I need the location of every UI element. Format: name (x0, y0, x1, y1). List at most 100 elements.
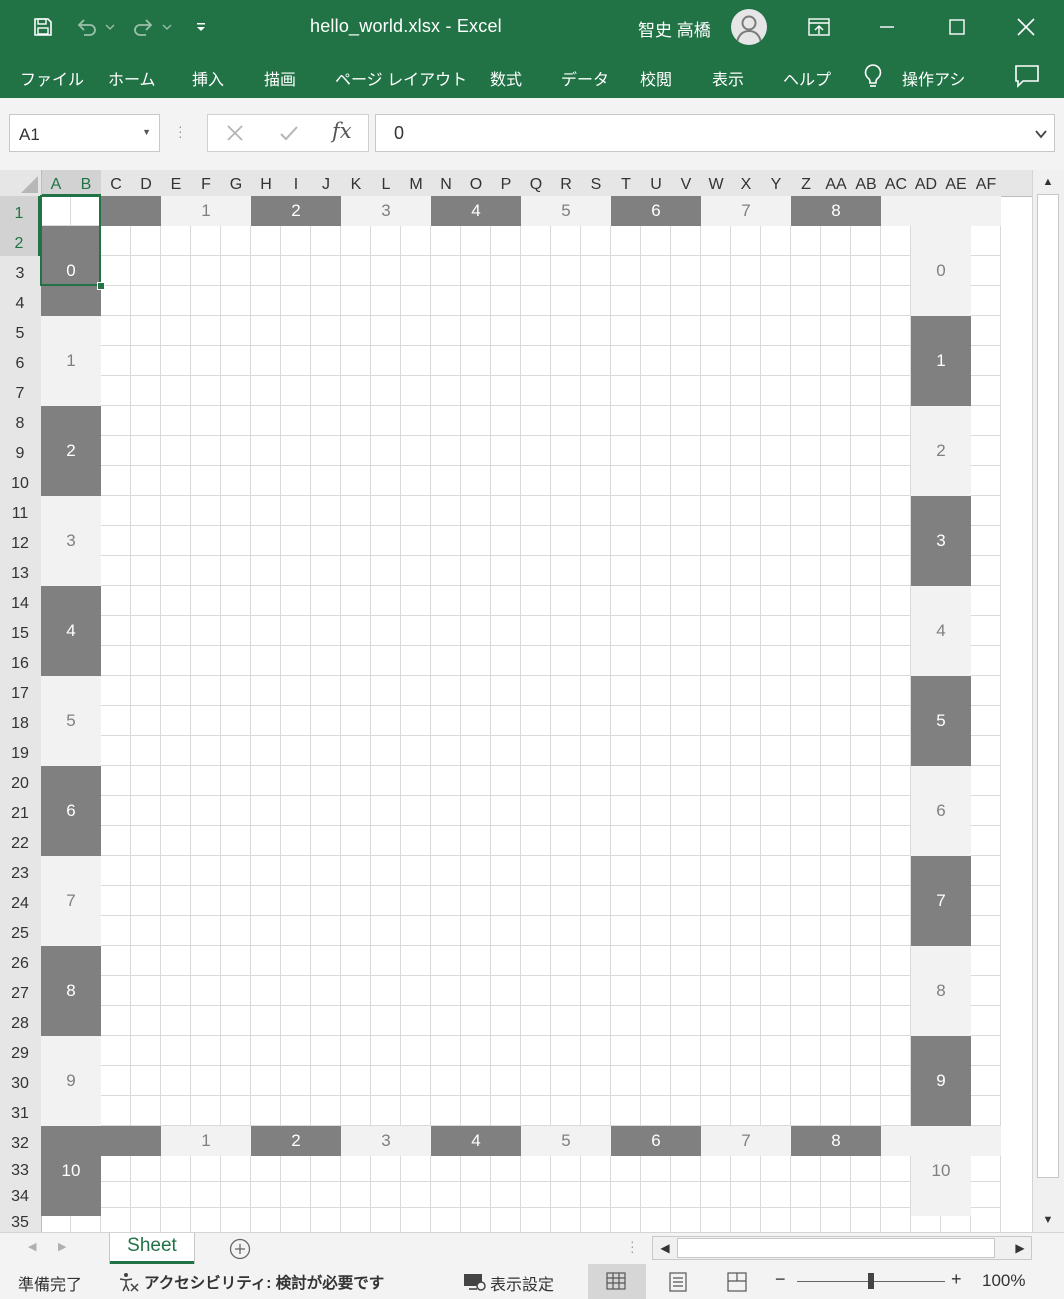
left-column-cell[interactable]: 2 (41, 406, 101, 496)
bottom-band-cell[interactable]: 3 (341, 1126, 431, 1156)
column-header-q[interactable]: Q (521, 170, 551, 196)
column-header-e[interactable]: E (161, 170, 191, 196)
row-header-24[interactable]: 24 (0, 886, 40, 916)
tab-home[interactable]: ホーム (108, 66, 156, 90)
row-header-12[interactable]: 12 (0, 526, 40, 556)
right-column-cell[interactable]: 10 (911, 1126, 971, 1216)
column-header-ac[interactable]: AC (881, 170, 911, 196)
zoom-out-button[interactable]: − (775, 1269, 786, 1290)
column-header-ad[interactable]: AD (911, 170, 941, 196)
name-box[interactable]: A1 ▼ (9, 114, 160, 152)
row-header-5[interactable]: 5 (0, 316, 40, 346)
minimize-icon[interactable] (870, 0, 904, 54)
save-icon[interactable] (30, 0, 56, 54)
chevron-down-icon[interactable]: ▼ (142, 127, 151, 137)
row-header-19[interactable]: 19 (0, 736, 40, 766)
prev-sheet-icon[interactable]: ◀ (28, 1240, 36, 1253)
top-band-cell[interactable]: 6 (611, 196, 701, 226)
tab-help[interactable]: ヘルプ (783, 66, 831, 90)
enter-check-icon[interactable] (278, 122, 300, 149)
tab-page-layout[interactable]: ページ レイアウト (335, 66, 467, 90)
scroll-right-icon[interactable]: ▶ (1011, 1239, 1029, 1257)
tab-data[interactable]: データ (561, 66, 609, 90)
right-column-cell[interactable]: 6 (911, 766, 971, 856)
bottom-band-cell[interactable]: 8 (791, 1126, 881, 1156)
column-header-p[interactable]: P (491, 170, 521, 196)
row-header-9[interactable]: 9 (0, 436, 40, 466)
tab-view[interactable]: 表示 (712, 66, 744, 90)
top-band-cell[interactable]: 1 (161, 196, 251, 226)
row-header-11[interactable]: 11 (0, 496, 40, 526)
right-column-cell[interactable]: 0 (911, 226, 971, 316)
row-header-14[interactable]: 14 (0, 586, 40, 616)
column-header-w[interactable]: W (701, 170, 731, 196)
column-header-g[interactable]: G (221, 170, 251, 196)
row-header-25[interactable]: 25 (0, 916, 40, 946)
zoom-in-button[interactable]: + (951, 1269, 962, 1290)
column-header-s[interactable]: S (581, 170, 611, 196)
bottom-band-cell[interactable]: 5 (521, 1126, 611, 1156)
next-sheet-icon[interactable]: ▶ (58, 1240, 66, 1253)
column-header-ae[interactable]: AE (941, 170, 971, 196)
bottom-band-cell[interactable]: 7 (701, 1126, 791, 1156)
column-header-k[interactable]: K (341, 170, 371, 196)
column-header-n[interactable]: N (431, 170, 461, 196)
right-column-cell[interactable]: 7 (911, 856, 971, 946)
left-column-cell[interactable]: 4 (41, 586, 101, 676)
row-header-22[interactable]: 22 (0, 826, 40, 856)
row-header-26[interactable]: 26 (0, 946, 40, 976)
bottom-band-cell[interactable]: 4 (431, 1126, 521, 1156)
display-settings[interactable]: 表示設定 (490, 1271, 554, 1295)
right-column-cell[interactable]: 5 (911, 676, 971, 766)
column-header-a[interactable]: A (41, 170, 71, 196)
cells-area[interactable]: 1 2 3 4 5 6 7 8 1 2 3 4 5 6 7 8 0 1 2 3 4 5 6 7 8 9 10 0 1 2 3 4 5 6 7 8 9 10 (40, 195, 1032, 1232)
row-header-32[interactable]: 32 (0, 1126, 40, 1156)
column-header-v[interactable]: V (671, 170, 701, 196)
row-header-30[interactable]: 30 (0, 1066, 40, 1096)
redo-dropdown-icon[interactable] (160, 0, 174, 54)
row-header-18[interactable]: 18 (0, 706, 40, 736)
column-header-r[interactable]: R (551, 170, 581, 196)
row-header-29[interactable]: 29 (0, 1036, 40, 1066)
row-header-2[interactable]: 2 (0, 226, 40, 256)
right-column-cell[interactable]: 3 (911, 496, 971, 586)
column-header-ab[interactable]: AB (851, 170, 881, 196)
column-header-x[interactable]: X (731, 170, 761, 196)
horizontal-scrollbar[interactable]: ◀ ▶ (652, 1236, 1032, 1260)
left-column-cell[interactable]: 9 (41, 1036, 101, 1126)
row-header-33[interactable]: 33 (0, 1156, 40, 1182)
worksheet-grid[interactable]: A B C D E F G H I J K L M N O P Q R S T U V W X Y Z AA AB AC AD AE AF 1… (0, 170, 1032, 1232)
row-header-31[interactable]: 31 (0, 1096, 40, 1126)
row-header-34[interactable]: 34 (0, 1182, 40, 1208)
avatar[interactable] (731, 9, 767, 45)
tab-insert[interactable]: 挿入 (192, 66, 224, 90)
column-header-j[interactable]: J (311, 170, 341, 196)
right-column-cell[interactable]: 2 (911, 406, 971, 496)
cancel-icon[interactable] (224, 122, 246, 149)
column-header-f[interactable]: F (191, 170, 221, 196)
bottom-band-cell[interactable]: 6 (611, 1126, 701, 1156)
top-band-cell[interactable] (101, 196, 161, 226)
column-header-af[interactable]: AF (971, 170, 1001, 196)
tab-draw[interactable]: 描画 (264, 66, 296, 90)
tab-review[interactable]: 校閲 (640, 66, 672, 90)
tab-split-handle-icon[interactable]: · · · (630, 1234, 635, 1258)
undo-dropdown-icon[interactable] (103, 0, 117, 54)
accessibility-status[interactable]: アクセシビリティ: 検討が必要です (144, 1271, 384, 1293)
column-header-z[interactable]: Z (791, 170, 821, 196)
vertical-scrollbar[interactable]: ▲ ▼ (1032, 170, 1064, 1232)
top-band-cell[interactable]: 7 (701, 196, 791, 226)
row-header-21[interactable]: 21 (0, 796, 40, 826)
row-header-4[interactable]: 4 (0, 286, 40, 316)
column-header-u[interactable]: U (641, 170, 671, 196)
maximize-icon[interactable] (940, 0, 974, 54)
row-header-35[interactable]: 35 (0, 1208, 40, 1232)
scroll-up-icon[interactable]: ▲ (1037, 172, 1059, 192)
row-header-15[interactable]: 15 (0, 616, 40, 646)
row-header-27[interactable]: 27 (0, 976, 40, 1006)
user-name[interactable]: 智史 高橋 (638, 16, 711, 41)
column-header-m[interactable]: M (401, 170, 431, 196)
horizontal-scroll-thumb[interactable] (677, 1238, 995, 1258)
select-all-button[interactable] (0, 170, 42, 196)
ribbon-display-icon[interactable] (804, 0, 834, 54)
